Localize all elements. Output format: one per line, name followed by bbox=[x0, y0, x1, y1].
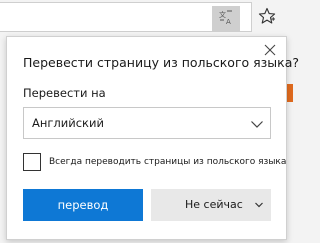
address-bar: 文 A bbox=[0, 0, 293, 36]
dialog-title: Перевести страницу из польского языка? bbox=[23, 55, 300, 70]
target-language-value: Английский bbox=[32, 116, 104, 130]
translate-dialog: Перевести страницу из польского языка? П… bbox=[6, 36, 300, 240]
chevron-down-icon bbox=[250, 117, 264, 131]
favorite-button[interactable] bbox=[256, 7, 278, 29]
not-now-label: Не сейчас bbox=[185, 198, 243, 211]
translate-button[interactable]: 文 A bbox=[212, 6, 240, 32]
translate-icon: 文 A bbox=[218, 9, 234, 29]
star-icon bbox=[258, 7, 276, 29]
translate-button-primary[interactable]: перевод bbox=[23, 189, 143, 221]
not-now-button[interactable]: Не сейчас bbox=[151, 189, 271, 221]
translate-to-label: Перевести на bbox=[23, 86, 106, 100]
always-translate-label: Всегда переводить страницы из польского … bbox=[49, 157, 287, 167]
target-language-select[interactable]: Английский bbox=[23, 107, 271, 139]
browser-window: 文 A Перевести страницу из польского язык… bbox=[0, 0, 300, 243]
svg-text:A: A bbox=[226, 18, 231, 25]
page-accent bbox=[287, 84, 293, 102]
chevron-down-icon[interactable] bbox=[253, 199, 265, 211]
always-translate-checkbox[interactable] bbox=[23, 153, 41, 171]
svg-text:文: 文 bbox=[219, 10, 226, 19]
